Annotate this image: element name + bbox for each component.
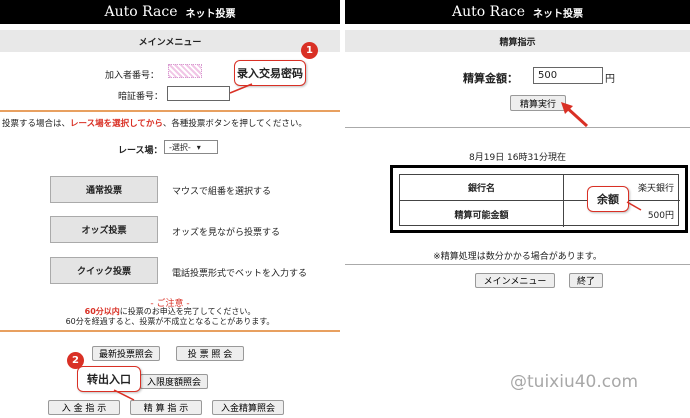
left-screen: Auto Race ネット投票 メインメニュー 加入者番号： 暗証番号： 录入交… [0, 0, 340, 418]
menu-title: メインメニュー [0, 30, 340, 52]
vote-inquiry-button[interactable]: 投 票 照 会 [176, 346, 244, 361]
notice-line2: 60分を経過すると、投票が不成立となることがあります。 [65, 317, 275, 326]
balance-table: 銀行名 楽天銀行 精算可能金額 500円 [390, 165, 688, 233]
quick-vote-desc: 電話投票形式でベットを入力する [172, 269, 308, 279]
deposit-settlement-inquiry-button[interactable]: 入金精算照会 [212, 400, 284, 415]
divider [345, 127, 690, 128]
processing-note: ※精算処理は数分かかる場合があります。 [433, 252, 602, 262]
arrow-pointer-icon [561, 102, 589, 128]
race-label: レース場： [118, 146, 163, 156]
amount-input[interactable]: 500 [533, 67, 603, 84]
callout-balance: 余额 [587, 186, 629, 212]
member-label: 加入者番号： [105, 71, 160, 81]
member-number-masked [168, 64, 202, 78]
brand-subtitle: ネット投票 [532, 8, 583, 20]
brand-subtitle: ネット投票 [185, 8, 236, 20]
pin-label: 暗証番号： [118, 92, 164, 102]
step-badge-2: 2 [67, 352, 84, 369]
normal-vote-button[interactable]: 通常投票 [50, 176, 158, 203]
watermark: @tuixiu40.com [510, 372, 639, 392]
odds-vote-button[interactable]: オッズ投票 [50, 216, 158, 243]
main-menu-button[interactable]: メインメニュー [475, 273, 555, 288]
yen-unit: 円 [605, 74, 615, 85]
available-amount-label: 精算可能金額 [400, 201, 564, 227]
race-select[interactable]: -選択- ▾ [164, 140, 218, 154]
instruction-text: 投票する場合は、レース場を選択してから、各種投票ボタンを押してください。 [2, 119, 307, 129]
settlement-instruction-button[interactable]: 精 算 指 示 [130, 400, 202, 415]
right-screen: Auto Race ネット投票 精算指示 精算金額： 500 円 精算実行 8月… [345, 0, 690, 418]
callout-pointer [229, 83, 253, 94]
amount-label: 精算金額： [463, 72, 518, 85]
deposit-instruction-button[interactable]: 入 金 指 示 [48, 400, 120, 415]
divider [0, 110, 340, 112]
end-button[interactable]: 終了 [569, 273, 603, 288]
odds-vote-desc: オッズを見ながら投票する [172, 228, 281, 238]
brand-logo: Auto Race [452, 4, 525, 20]
header-bar: Auto Race ネット投票 [0, 0, 340, 24]
chevron-down-icon: ▾ [196, 142, 201, 152]
callout-pointer [113, 389, 135, 401]
divider [345, 264, 690, 265]
timestamp: 8月19日 16時31分現在 [469, 153, 566, 163]
normal-vote-desc: マウスで組番を選択する [172, 187, 272, 197]
quick-vote-button[interactable]: クイック投票 [50, 257, 158, 284]
page-title: 精算指示 [345, 30, 690, 52]
pin-input[interactable] [167, 86, 230, 101]
bank-name-label: 銀行名 [400, 175, 564, 201]
callout-pointer [626, 201, 642, 211]
step-badge-1: 1 [301, 42, 318, 59]
brand-logo: Auto Race [104, 4, 178, 20]
header-bar: Auto Race ネット投票 [345, 0, 690, 24]
limit-inquiry-button[interactable]: 入限度額照会 [140, 374, 208, 389]
latest-vote-inquiry-button[interactable]: 最新投票照会 [92, 346, 160, 361]
divider [0, 330, 340, 332]
